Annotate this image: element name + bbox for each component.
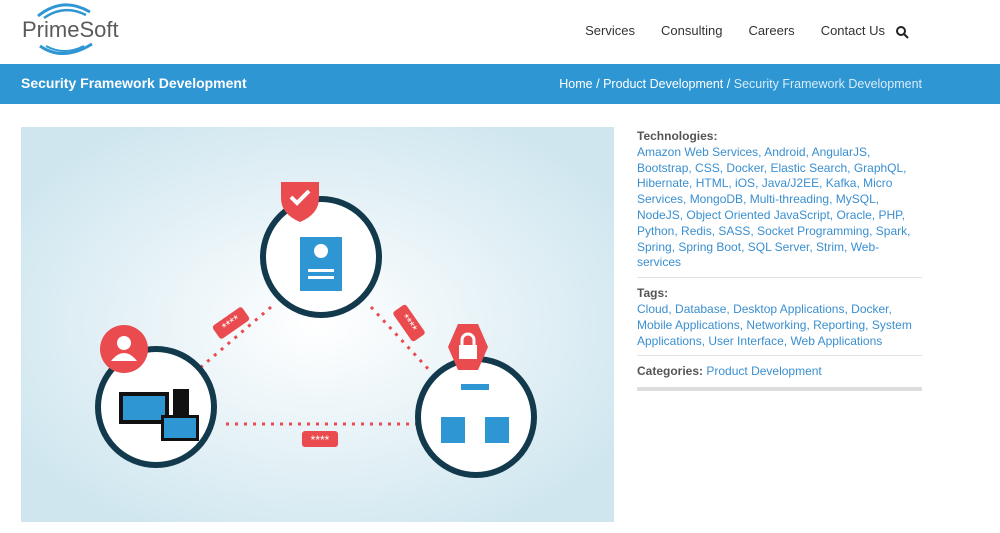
nav-careers[interactable]: Careers (748, 23, 794, 38)
nav-consulting[interactable]: Consulting (661, 23, 722, 38)
tag-link[interactable]: Reporting (813, 318, 872, 332)
technology-link[interactable]: MongoDB (690, 192, 750, 206)
password-token: **** (311, 433, 330, 447)
breadcrumb-current: Security Framework Development (733, 77, 922, 91)
tag-link[interactable]: Docker (851, 302, 892, 316)
breadcrumb-home[interactable]: Home (559, 77, 592, 91)
technology-link[interactable]: CSS (695, 161, 726, 175)
project-details-sidebar: Technologies: Amazon Web Services Androi… (637, 129, 922, 392)
categories-section: Categories: Product Development (637, 364, 922, 380)
technology-link[interactable]: Spring Boot (678, 240, 747, 254)
technologies-label: Technologies: (637, 129, 718, 143)
technology-link[interactable]: AngularJS (812, 145, 871, 159)
technology-link[interactable]: Bootstrap (637, 161, 695, 175)
technology-link[interactable]: Docker (726, 161, 770, 175)
technology-link[interactable]: Python (637, 224, 681, 238)
breadcrumb: Home / Product Development / Security Fr… (559, 77, 922, 91)
technology-link[interactable]: Strim (816, 240, 851, 254)
tag-link[interactable]: Networking (746, 318, 813, 332)
technology-link[interactable]: Spark (876, 224, 911, 238)
technology-link[interactable]: PHP (878, 208, 904, 222)
site-header: PrimeSoft Services Consulting Careers Co… (0, 0, 1000, 64)
technology-link[interactable]: SASS (718, 224, 757, 238)
technology-link[interactable]: Android (764, 145, 811, 159)
categories-label: Categories: (637, 364, 704, 379)
breadcrumb-product-development[interactable]: Product Development (603, 77, 723, 91)
tag-link[interactable]: User Interface (708, 334, 790, 348)
tags-list: Cloud Database Desktop Applications Dock… (637, 302, 922, 349)
search-icon[interactable] (895, 25, 909, 39)
tag-link[interactable]: Desktop Applications (733, 302, 851, 316)
main-nav: Services Consulting Careers Contact Us (585, 23, 885, 38)
technology-link[interactable]: Amazon Web Services (637, 145, 764, 159)
category-link[interactable]: Product Development (706, 364, 821, 378)
technology-link[interactable]: NodeJS (637, 208, 686, 222)
technology-link[interactable]: Multi-threading (750, 192, 836, 206)
technology-link[interactable]: Object Oriented JavaScript (686, 208, 836, 222)
technologies-list: Amazon Web Services Android AngularJS Bo… (637, 145, 922, 271)
tag-link[interactable]: Mobile Applications (637, 318, 746, 332)
technology-link[interactable]: Elastic Search (770, 161, 853, 175)
technology-link[interactable]: Redis (681, 224, 718, 238)
technologies-section: Technologies: Amazon Web Services Androi… (637, 129, 922, 279)
technology-link[interactable]: Oracle (836, 208, 878, 222)
technology-link[interactable]: Kafka (826, 176, 863, 190)
technology-link[interactable]: iOS (735, 176, 762, 190)
page-title-bar: Security Framework Development Home / Pr… (0, 64, 1000, 104)
nav-services[interactable]: Services (585, 23, 635, 38)
divider (637, 387, 922, 392)
technology-link[interactable]: Java/J2EE (762, 176, 826, 190)
technology-link[interactable]: Socket Programming (757, 224, 876, 238)
technology-link[interactable]: Spring (637, 240, 678, 254)
brand-name: PrimeSoft (22, 17, 119, 42)
breadcrumb-separator: / (596, 77, 600, 91)
technology-link[interactable]: MySQL (836, 192, 879, 206)
breadcrumb-separator: / (726, 77, 731, 91)
technology-link[interactable]: HTML (696, 176, 735, 190)
technology-link[interactable]: GraphQL (854, 161, 907, 175)
technology-link[interactable]: SQL Server (748, 240, 816, 254)
nav-contact-us[interactable]: Contact Us (821, 23, 885, 38)
technology-link[interactable]: Hibernate (637, 176, 696, 190)
security-framework-illustration: **** **** **** (21, 127, 614, 522)
tag-link[interactable]: Cloud (637, 302, 675, 316)
tags-label: Tags: (637, 286, 669, 301)
tag-link[interactable]: Web Applications (790, 334, 882, 348)
tags-section: Tags: Cloud Database Desktop Application… (637, 286, 922, 357)
page-title: Security Framework Development (21, 75, 247, 91)
tag-link[interactable]: Database (675, 302, 733, 316)
